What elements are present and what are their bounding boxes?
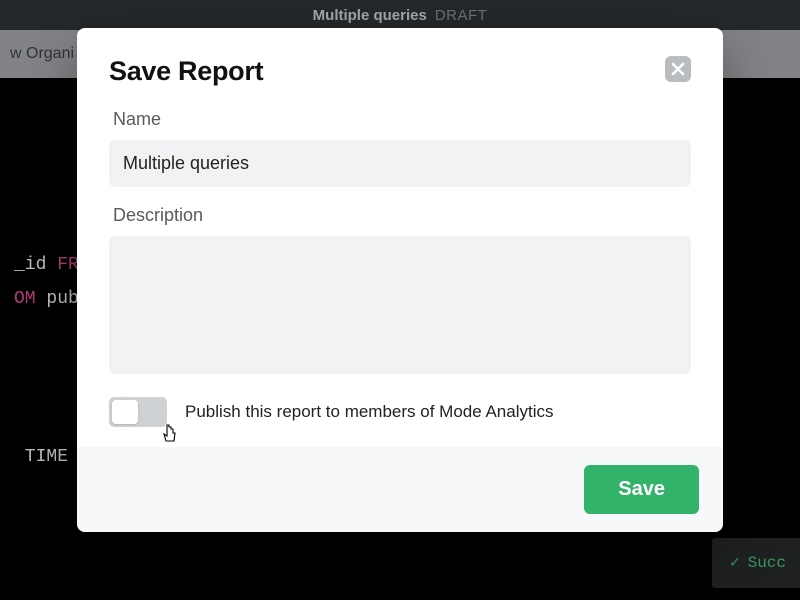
modal-overlay: Save Report Name Description Pu [0,0,800,600]
publish-label: Publish this report to members of Mode A… [185,402,554,422]
toggle-knob [112,400,138,424]
description-label: Description [113,205,691,226]
save-report-dialog: Save Report Name Description Pu [77,28,723,532]
name-label: Name [113,109,691,130]
close-button[interactable] [665,56,691,82]
close-icon [671,62,685,76]
name-input[interactable] [109,140,691,187]
dialog-title: Save Report [109,56,263,87]
description-input[interactable] [109,236,691,374]
dialog-footer: Save [77,447,723,532]
save-button[interactable]: Save [584,465,699,514]
publish-toggle[interactable] [109,397,167,427]
